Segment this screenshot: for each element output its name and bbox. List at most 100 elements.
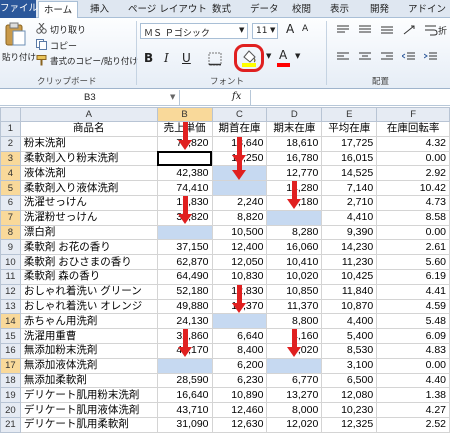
cell[interactable]: 31,090	[156, 416, 213, 433]
row-header[interactable]: 14	[0, 313, 21, 330]
cell[interactable]: 6,500	[321, 372, 378, 389]
header-cell[interactable]: 期首在庫	[211, 121, 268, 137]
cell[interactable]: 無添加粉末洗剤	[19, 342, 158, 359]
cell[interactable]: 2.52	[376, 416, 450, 433]
cell[interactable]: 16,780	[266, 150, 323, 167]
cell[interactable]: 0.00	[376, 357, 450, 374]
cell[interactable]	[211, 165, 268, 182]
name-box[interactable]: B3 ▼	[0, 90, 180, 105]
cell[interactable]: 16,640	[156, 387, 213, 404]
copy-button[interactable]: コピー	[50, 39, 77, 52]
cell[interactable]: 6,200	[211, 357, 268, 374]
cell[interactable]: 6,230	[211, 372, 268, 389]
tab-file[interactable]: ファイル	[0, 0, 38, 18]
cell[interactable]: 12,080	[321, 387, 378, 404]
align-bottom-icon[interactable]	[380, 25, 394, 35]
cell[interactable]	[211, 313, 268, 330]
cell[interactable]: 10,870	[321, 298, 378, 315]
cell[interactable]: 無添加液体洗剤	[19, 357, 158, 374]
cell[interactable]: デリケート肌用粉末洗剤	[19, 387, 158, 404]
cell[interactable]: 0.00	[376, 150, 450, 167]
cell[interactable]	[211, 180, 268, 196]
tab-formulas[interactable]: 数式	[212, 1, 231, 18]
cell[interactable]: 74,820	[156, 135, 213, 152]
row-header[interactable]: 10	[0, 254, 21, 270]
align-left-icon[interactable]	[336, 52, 350, 62]
cell[interactable]: 2,240	[211, 194, 268, 211]
cell[interactable]: 8,530	[321, 342, 378, 359]
cell[interactable]: 2.61	[376, 239, 450, 256]
row-header[interactable]: 2	[0, 135, 21, 152]
row-header[interactable]: 8	[0, 224, 21, 241]
cell[interactable]: 12,630	[211, 416, 268, 433]
row-header[interactable]: 12	[0, 283, 21, 300]
format-painter-button[interactable]: 書式のコピー/貼り付け	[50, 55, 138, 67]
row-header[interactable]: 18	[0, 372, 21, 389]
cell[interactable]: 無添加柔軟剤	[19, 372, 158, 389]
cell[interactable]	[156, 357, 213, 374]
cell[interactable]: 0.00	[376, 224, 450, 241]
cell[interactable]: 10,410	[266, 254, 323, 270]
cell[interactable]: 洗濯粉せっけん	[19, 209, 158, 226]
row-header[interactable]: 17	[0, 357, 21, 374]
cell[interactable]: 柔軟剤入り粉末洗剤	[19, 150, 158, 167]
cell[interactable]: 12,400	[211, 239, 268, 256]
cell[interactable]: 16,015	[321, 150, 378, 167]
row-header[interactable]: 4	[0, 165, 21, 182]
row-header[interactable]: 1	[0, 121, 21, 137]
cell[interactable]: 5.60	[376, 254, 450, 270]
cell[interactable]	[266, 209, 323, 226]
cell[interactable]: 2.92	[376, 165, 450, 182]
cell[interactable]: 6.19	[376, 268, 450, 285]
cell[interactable]: 9,020	[266, 342, 323, 359]
cell[interactable]: 5.48	[376, 313, 450, 330]
cell[interactable]: 4,400	[321, 313, 378, 330]
cell[interactable]: 洗濯用重曹	[19, 328, 158, 344]
header-cell[interactable]: 在庫回転率	[376, 121, 450, 137]
tab-addins[interactable]: アドイン	[408, 1, 446, 18]
cell[interactable]: 漂白剤	[19, 224, 158, 241]
cell[interactable]: 3,100	[321, 357, 378, 374]
cell[interactable]: 2,710	[321, 194, 378, 211]
increase-indent-icon[interactable]	[424, 52, 438, 62]
cell[interactable]: 4.59	[376, 298, 450, 315]
cell[interactable]: 49,880	[156, 298, 213, 315]
row-header[interactable]: 19	[0, 387, 21, 404]
cell[interactable]: 10,500	[211, 224, 268, 241]
tab-developer[interactable]: 開発	[370, 1, 389, 18]
cell[interactable]: 9,390	[321, 224, 378, 241]
tab-view[interactable]: 表示	[330, 1, 349, 18]
shrink-font-button[interactable]: A	[302, 24, 308, 34]
row-header[interactable]: 6	[0, 194, 21, 211]
align-center-icon[interactable]	[358, 52, 372, 62]
row-header[interactable]: 9	[0, 239, 21, 256]
orientation-icon[interactable]	[402, 24, 416, 36]
row-header[interactable]: 13	[0, 298, 21, 315]
cell[interactable]: 柔軟剤入り液体洗剤	[19, 180, 158, 196]
header-cell[interactable]: 平均在庫	[321, 121, 378, 137]
decrease-indent-icon[interactable]	[402, 52, 416, 62]
header-cell[interactable]: 売上単価	[156, 121, 213, 137]
cell[interactable]: 10,020	[266, 268, 323, 285]
tab-page-layout[interactable]: ページ レイアウト	[128, 1, 207, 18]
cell[interactable]: 12,050	[211, 254, 268, 270]
cell[interactable]: 10,850	[266, 283, 323, 300]
tab-review[interactable]: 校閲	[292, 1, 311, 18]
select-all-corner[interactable]	[0, 107, 21, 122]
cell[interactable]: 16,060	[266, 239, 323, 256]
cell[interactable]	[266, 357, 323, 374]
cell[interactable]: 4.40	[376, 372, 450, 389]
row-header[interactable]: 11	[0, 268, 21, 285]
cell[interactable]: 8,800	[266, 313, 323, 330]
chevron-down-icon[interactable]: ▼	[295, 52, 300, 60]
fill-color-button[interactable]	[234, 44, 264, 72]
cell[interactable]: 8,820	[211, 209, 268, 226]
cell[interactable]: 4.83	[376, 342, 450, 359]
cell[interactable]: 62,870	[156, 254, 213, 270]
cell[interactable]: 64,490	[156, 268, 213, 285]
cell[interactable]: 12,770	[266, 165, 323, 182]
cell[interactable]: 13,270	[266, 387, 323, 404]
grow-font-button[interactable]: A	[286, 22, 294, 36]
tab-insert[interactable]: 挿入	[90, 1, 109, 18]
row-header[interactable]: 15	[0, 328, 21, 344]
